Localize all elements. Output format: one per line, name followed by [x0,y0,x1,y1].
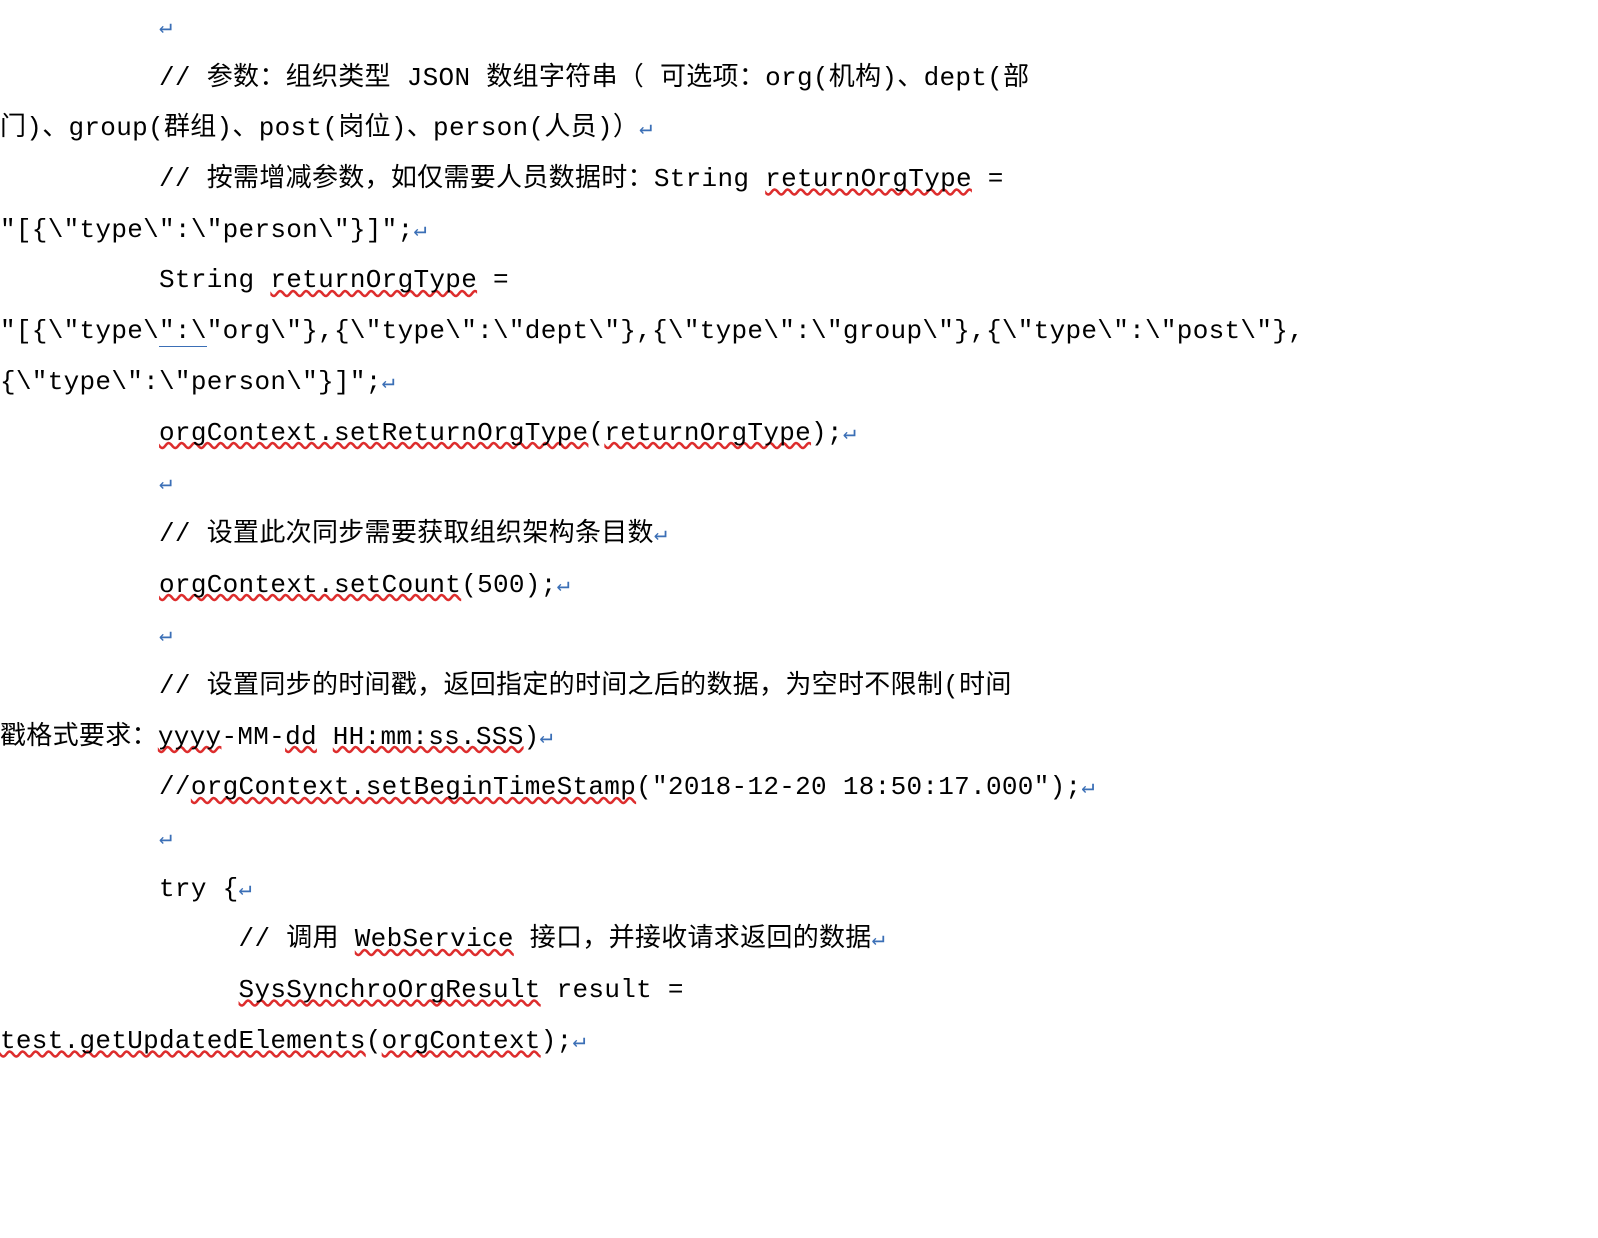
code-line: try {↵ [0,864,1598,915]
code-line: orgContext.setCount(500);↵ [0,560,1598,611]
newline-icon: ↵ [159,826,173,851]
code-text: result = [541,975,700,1005]
code-text: = [972,164,1020,194]
newline-icon: ↵ [872,927,886,952]
code-text: 戳格式要求： [0,722,158,752]
spellcheck-token: HH:mm:ss.SSS [333,722,524,752]
spellcheck-token: returnOrgType [604,418,811,448]
code-text: ( [366,1026,382,1056]
code-text: // 参数：组织类型 JSON 数组字符串（ 可选项：org(机构)、dept(… [0,63,1029,93]
code-line: ↵ [0,813,1598,864]
newline-icon: ↵ [239,877,253,902]
indent [0,418,159,448]
code-text: ); [541,1026,573,1056]
code-line: //orgContext.setBeginTimeStamp("2018-12-… [0,762,1598,813]
newline-icon: ↵ [639,116,653,141]
spellcheck-token: dd [285,722,317,752]
newline-icon: ↵ [382,370,396,395]
newline-icon: ↵ [1081,775,1095,800]
code-text: -MM- [221,722,285,752]
spellcheck-token: returnOrgType [765,164,972,194]
newline-icon: ↵ [654,522,668,547]
code-text: "[{\"type\":\"person\"}]"; [0,215,413,245]
indent [0,823,159,853]
code-line: 戳格式要求：yyyy-MM-dd HH:mm:ss.SSS)↵ [0,712,1598,763]
code-text: 门)、group(群组)、post(岗位)、person(人员)） [0,113,639,143]
code-line: 门)、group(群组)、post(岗位)、person(人员)）↵ [0,103,1598,154]
code-line: "[{\"type\":\"org\"},{\"type\":\"dept\"}… [0,306,1598,357]
code-text [0,975,239,1005]
code-text [317,722,333,752]
grammar-token: ":\ [159,316,207,347]
spellcheck-token: test.getUpdatedElements [0,1026,366,1056]
newline-icon: ↵ [573,1029,587,1054]
spellcheck-token: WebService [355,924,514,954]
code-text: try { [0,874,239,904]
code-text: // [0,772,191,802]
code-text: "[{\"type\ [0,316,159,346]
newline-icon: ↵ [159,471,173,496]
code-line: {\"type\":\"person\"}]";↵ [0,357,1598,408]
code-line: ↵ [0,610,1598,661]
code-text: ); [811,418,843,448]
code-text: ("2018-12-20 18:50:17.000"); [636,772,1081,802]
spellcheck-token: orgContext.setReturnOrgType [159,418,588,448]
code-line: // 设置同步的时间戳，返回指定的时间之后的数据，为空时不限制(时间 [0,661,1598,712]
code-line: ↵ [0,458,1598,509]
code-line: SysSynchroOrgResult result = [0,965,1598,1016]
indent [0,570,159,600]
code-document: ↵ // 参数：组织类型 JSON 数组字符串（ 可选项：org(机构)、dep… [0,0,1598,1066]
code-text: ) [524,722,540,752]
spellcheck-token: orgContext.setBeginTimeStamp [191,772,636,802]
code-line: // 参数：组织类型 JSON 数组字符串（ 可选项：org(机构)、dept(… [0,53,1598,104]
code-text: // 设置同步的时间戳，返回指定的时间之后的数据，为空时不限制(时间 [0,671,1012,701]
spellcheck-token: returnOrgType [270,265,477,295]
newline-icon: ↵ [159,15,173,40]
spellcheck-token: SysSynchroOrgResult [239,975,541,1005]
code-line: "[{\"type\":\"person\"}]";↵ [0,205,1598,256]
code-line: ↵ [0,2,1598,53]
code-line: String returnOrgType = [0,255,1598,306]
code-text: // 调用 [0,924,355,954]
spellcheck-token: yyyy [158,722,222,752]
indent [0,12,159,42]
newline-icon: ↵ [413,218,427,243]
code-text: 接口，并接收请求返回的数据 [514,924,872,954]
newline-icon: ↵ [540,725,554,750]
indent [0,468,159,498]
code-line: // 设置此次同步需要获取组织架构条目数↵ [0,509,1598,560]
code-text: {\"type\":\"person\"}]"; [0,367,382,397]
spellcheck-token: orgContext.setCount [159,570,461,600]
newline-icon: ↵ [557,573,571,598]
code-line: orgContext.setReturnOrgType(returnOrgTyp… [0,408,1598,459]
code-text: "org\"},{\"type\":\"dept\"},{\"type\":\"… [207,316,1304,346]
newline-icon: ↵ [159,623,173,648]
code-text: // 按需增减参数，如仅需要人员数据时：String [0,164,765,194]
spellcheck-token: orgContext [382,1026,541,1056]
code-text: String [0,265,270,295]
indent [0,620,159,650]
newline-icon: ↵ [843,421,857,446]
code-line: test.getUpdatedElements(orgContext);↵ [0,1016,1598,1067]
code-line: // 按需增减参数，如仅需要人员数据时：String returnOrgType… [0,154,1598,205]
code-text: // 设置此次同步需要获取组织架构条目数 [0,519,654,549]
code-text: (500); [461,570,556,600]
code-text: = [477,265,525,295]
code-text: ( [588,418,604,448]
code-line: // 调用 WebService 接口，并接收请求返回的数据↵ [0,914,1598,965]
